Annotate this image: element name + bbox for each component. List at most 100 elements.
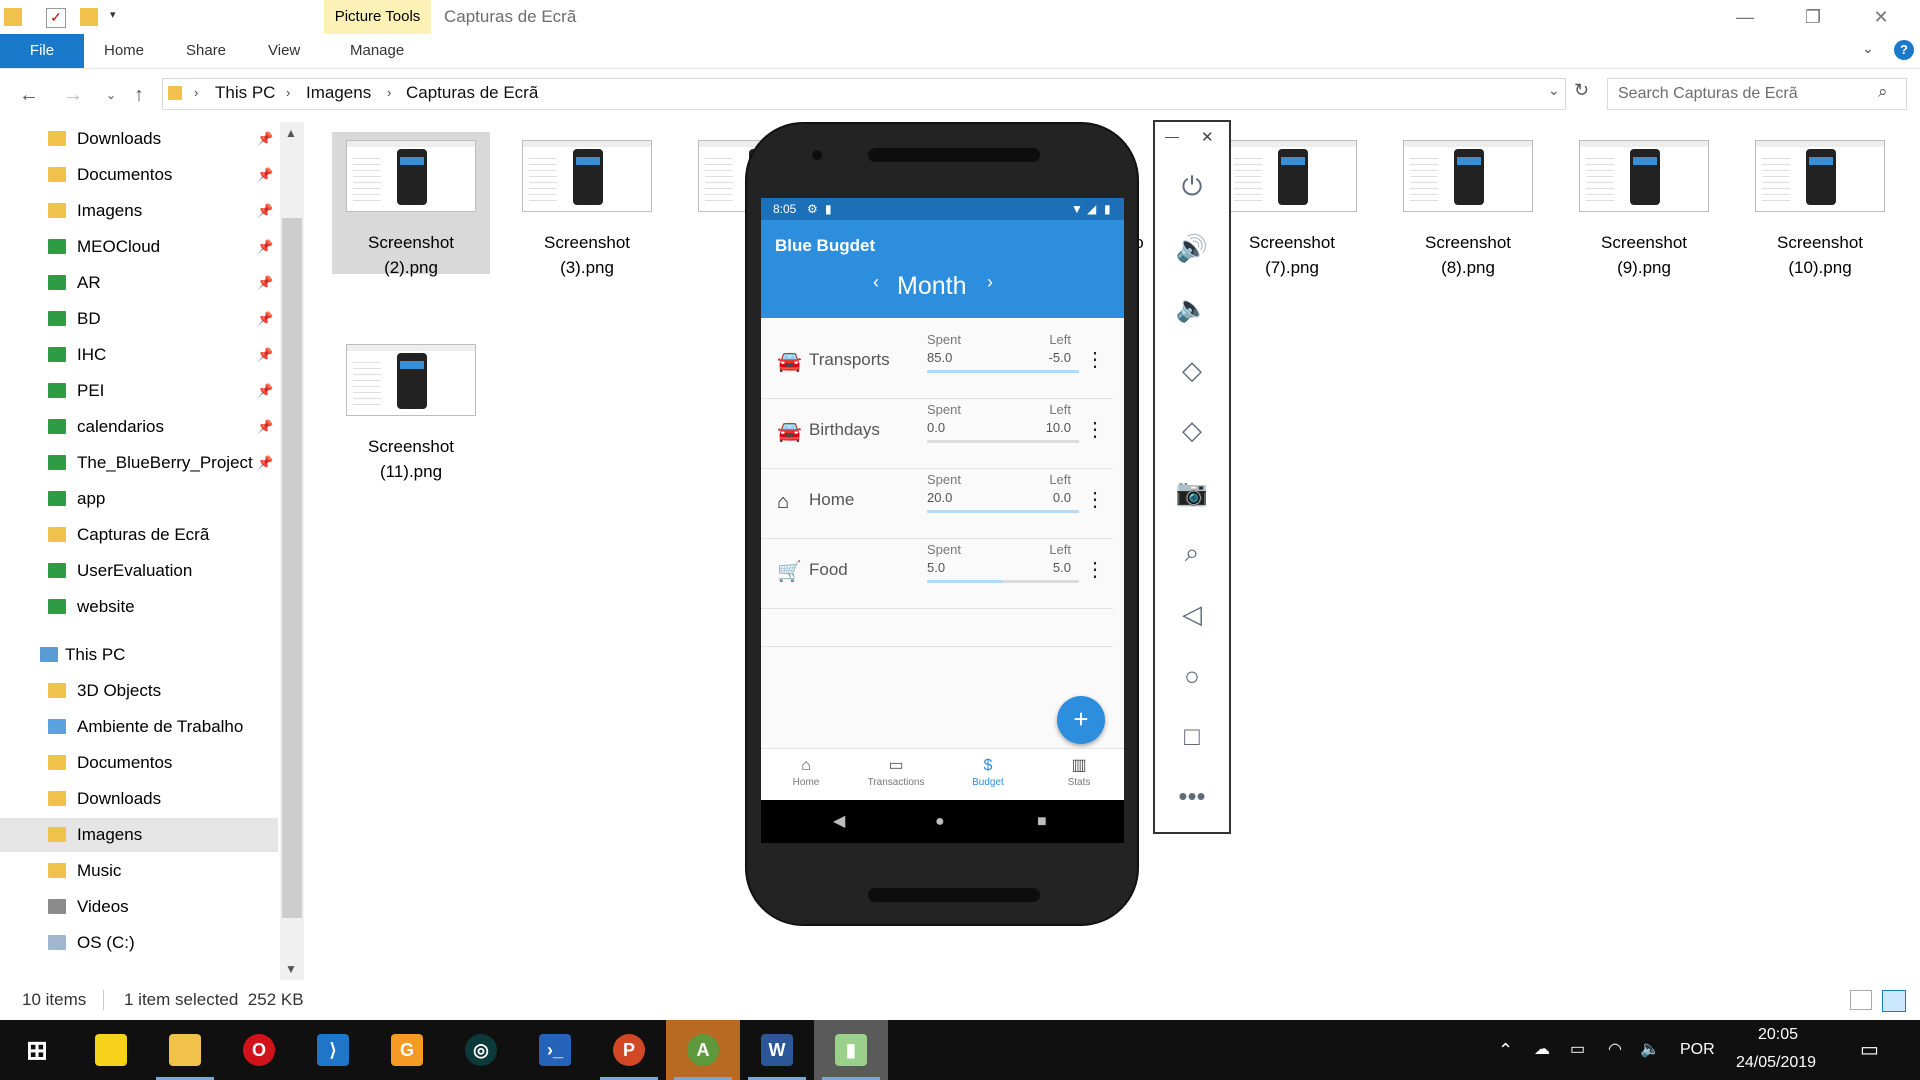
more-options-icon[interactable]: ⋮: [1085, 350, 1105, 370]
clock-time[interactable]: 20:05: [1758, 1022, 1798, 1048]
sidebar-item-app[interactable]: app: [0, 482, 278, 516]
sidebar-item-ambiente[interactable]: Ambiente de Trabalho: [0, 710, 278, 744]
taskbar-sticky-notes[interactable]: [74, 1020, 148, 1080]
file-item[interactable]: Screenshot (8).png: [1389, 132, 1547, 277]
input-language[interactable]: POR: [1680, 1020, 1715, 1080]
forward-button[interactable]: →: [58, 80, 88, 110]
sidebar-item-this-pc[interactable]: This PC: [0, 638, 278, 672]
previous-period-icon[interactable]: ‹: [873, 272, 879, 293]
breadcrumb-imagens[interactable]: Imagens: [306, 78, 371, 108]
large-icons-view-icon[interactable]: [1882, 990, 1906, 1012]
search-input[interactable]: Search Capturas de Ecrã: [1607, 78, 1907, 110]
file-item[interactable]: Screenshot (2).png: [332, 132, 490, 277]
taskbar-file-explorer[interactable]: [148, 1020, 222, 1080]
file-item[interactable]: Screenshot (3).png: [508, 132, 666, 277]
power-icon[interactable]: ⏻: [1169, 166, 1215, 206]
sidebar-item-downloads-pc[interactable]: Downloads: [0, 782, 278, 816]
back-button[interactable]: ←: [14, 80, 44, 110]
scroll-down-icon[interactable]: ▼: [285, 962, 297, 976]
nav-transactions[interactable]: ▭ Transactions: [851, 749, 941, 801]
tab-file[interactable]: File: [0, 34, 84, 68]
taskbar-opera[interactable]: O: [222, 1020, 296, 1080]
budget-row[interactable]: ⌂ Home Spent Left 20.0 0.0 ⋮: [761, 468, 1113, 539]
taskbar-emulator[interactable]: ▮: [814, 1020, 888, 1080]
taskbar-powerpoint[interactable]: P: [592, 1020, 666, 1080]
tab-manage[interactable]: Manage: [350, 34, 404, 68]
taskbar-gitkraken[interactable]: ◎: [444, 1020, 518, 1080]
sidebar-item-capturas[interactable]: Capturas de Ecrã: [0, 518, 278, 552]
file-item[interactable]: Screenshot (7).png: [1213, 132, 1371, 277]
sidebar-item-music[interactable]: Music: [0, 854, 278, 888]
home-icon[interactable]: ○: [1169, 656, 1215, 696]
file-item[interactable]: Screenshot (11).png: [332, 336, 490, 481]
battery-icon[interactable]: ▭: [1570, 1020, 1585, 1080]
budget-row[interactable]: 🚘 Birthdays Spent Left 0.0 10.0 ⋮: [761, 398, 1113, 469]
sidebar-item-ihc[interactable]: IHC 📌: [0, 338, 278, 372]
back-icon[interactable]: ◁: [1169, 594, 1215, 634]
camera-icon[interactable]: 📷: [1169, 472, 1215, 512]
address-bar[interactable]: [162, 78, 1566, 110]
sidebar-item-pei[interactable]: PEI 📌: [0, 374, 278, 408]
breadcrumb-capturas[interactable]: Capturas de Ecrã: [406, 78, 538, 108]
notifications-icon[interactable]: ▭: [1860, 1020, 1879, 1080]
rotate-left-icon[interactable]: ◇: [1169, 350, 1215, 390]
nav-budget[interactable]: $ Budget: [943, 749, 1033, 801]
breadcrumb-this-pc[interactable]: This PC: [215, 78, 275, 108]
volume-up-icon[interactable]: 🔊: [1169, 228, 1215, 268]
add-budget-button[interactable]: +: [1057, 696, 1105, 744]
volume-down-icon[interactable]: 🔈: [1169, 288, 1215, 328]
sidebar-item-documentos[interactable]: Documentos 📌: [0, 158, 278, 192]
onedrive-icon[interactable]: ☁: [1534, 1020, 1550, 1080]
details-view-icon[interactable]: [1850, 990, 1872, 1010]
taskbar-android-studio[interactable]: A: [666, 1020, 740, 1080]
more-options-icon[interactable]: ⋮: [1085, 420, 1105, 440]
overview-icon[interactable]: □: [1169, 716, 1215, 756]
sidebar-item-calendarios[interactable]: calendarios 📌: [0, 410, 278, 444]
customize-quick-access-icon[interactable]: ▾: [110, 8, 116, 21]
file-item[interactable]: Screenshot (9).png: [1565, 132, 1723, 277]
tab-home[interactable]: Home: [104, 34, 144, 68]
nav-home[interactable]: ⌂ Home: [761, 749, 851, 801]
taskbar-word[interactable]: W: [740, 1020, 814, 1080]
sidebar-item-downloads[interactable]: Downloads 📌: [0, 122, 278, 156]
emulator-minimize-button[interactable]: —: [1165, 128, 1179, 144]
sidebar-item-meocloud[interactable]: MEOCloud 📌: [0, 230, 278, 264]
sidebar-item-documentos-pc[interactable]: Documentos: [0, 746, 278, 780]
sidebar-item-os-c[interactable]: OS (C:): [0, 926, 278, 960]
sidebar-scroll-thumb[interactable]: [282, 218, 302, 918]
taskbar-powershell[interactable]: ›_: [518, 1020, 592, 1080]
more-options-icon[interactable]: ⋮: [1085, 490, 1105, 510]
show-hidden-icons-icon[interactable]: ⌃: [1498, 1020, 1513, 1080]
volume-icon[interactable]: 🔈: [1640, 1020, 1660, 1080]
file-item[interactable]: Screenshot (10).png: [1741, 132, 1899, 277]
taskbar-vscode[interactable]: ⟩: [296, 1020, 370, 1080]
more-options-icon[interactable]: ⋮: [1085, 560, 1105, 580]
address-dropdown-icon[interactable]: ⌄: [1548, 82, 1560, 99]
rotate-right-icon[interactable]: ◇: [1169, 410, 1215, 450]
sidebar-item-userevaluation[interactable]: UserEvaluation: [0, 554, 278, 588]
emulator-close-button[interactable]: ✕: [1201, 128, 1214, 146]
budget-row[interactable]: 🚘 Transports Spent Left 85.0 -5.0 ⋮: [761, 328, 1113, 399]
scroll-up-icon[interactable]: ▲: [285, 126, 297, 140]
minimize-button[interactable]: —: [1716, 0, 1774, 34]
android-back-icon[interactable]: ◀: [833, 800, 845, 843]
nav-stats[interactable]: ▥ Stats: [1034, 749, 1124, 801]
properties-icon[interactable]: ✓: [46, 8, 66, 28]
more-icon[interactable]: •••: [1169, 776, 1215, 816]
maximize-button[interactable]: ❐: [1784, 0, 1842, 34]
sidebar-item-videos[interactable]: Videos: [0, 890, 278, 924]
wifi-icon[interactable]: ◠: [1608, 1020, 1622, 1080]
up-button[interactable]: ↑: [124, 80, 154, 110]
android-home-icon[interactable]: ●: [935, 800, 945, 843]
new-folder-icon[interactable]: [80, 8, 98, 26]
recent-locations-icon[interactable]: ⌄: [96, 80, 126, 110]
budget-row[interactable]: 🛒 Food Spent Left 5.0 5.0 ⋮: [761, 538, 1113, 609]
sidebar-item-ar[interactable]: AR 📌: [0, 266, 278, 300]
expand-ribbon-icon[interactable]: ⌄: [1862, 40, 1874, 57]
tab-share[interactable]: Share: [186, 34, 226, 68]
tab-view[interactable]: View: [268, 34, 300, 68]
sidebar-item-3d-objects[interactable]: 3D Objects: [0, 674, 278, 708]
help-icon[interactable]: ?: [1894, 40, 1914, 60]
taskbar-pdf[interactable]: G: [370, 1020, 444, 1080]
start-button[interactable]: ⊞: [0, 1020, 74, 1080]
